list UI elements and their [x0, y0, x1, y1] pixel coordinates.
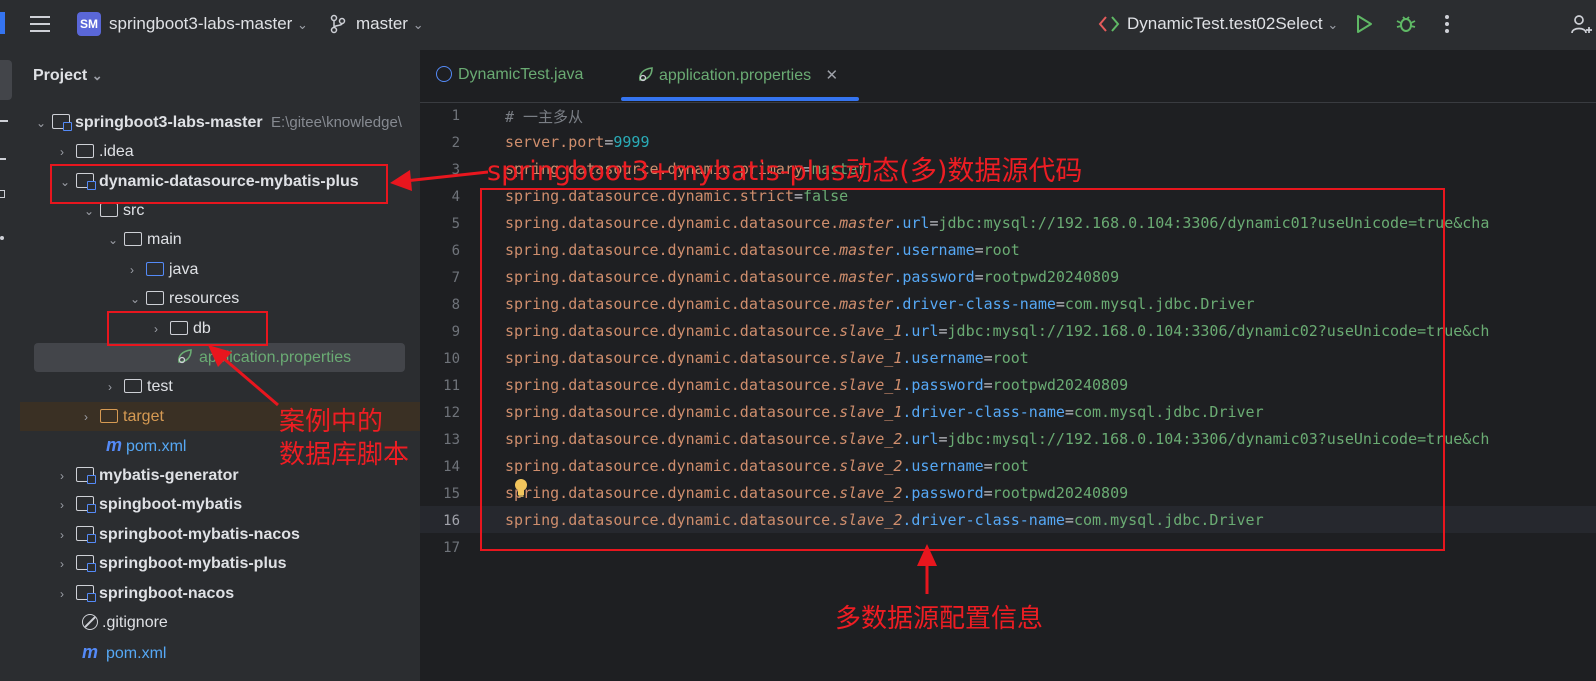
arrow-to-db [208, 345, 279, 407]
arrow-to-module [390, 170, 489, 191]
arrow-to-config [917, 544, 937, 594]
annotation-arrows [208, 170, 937, 594]
